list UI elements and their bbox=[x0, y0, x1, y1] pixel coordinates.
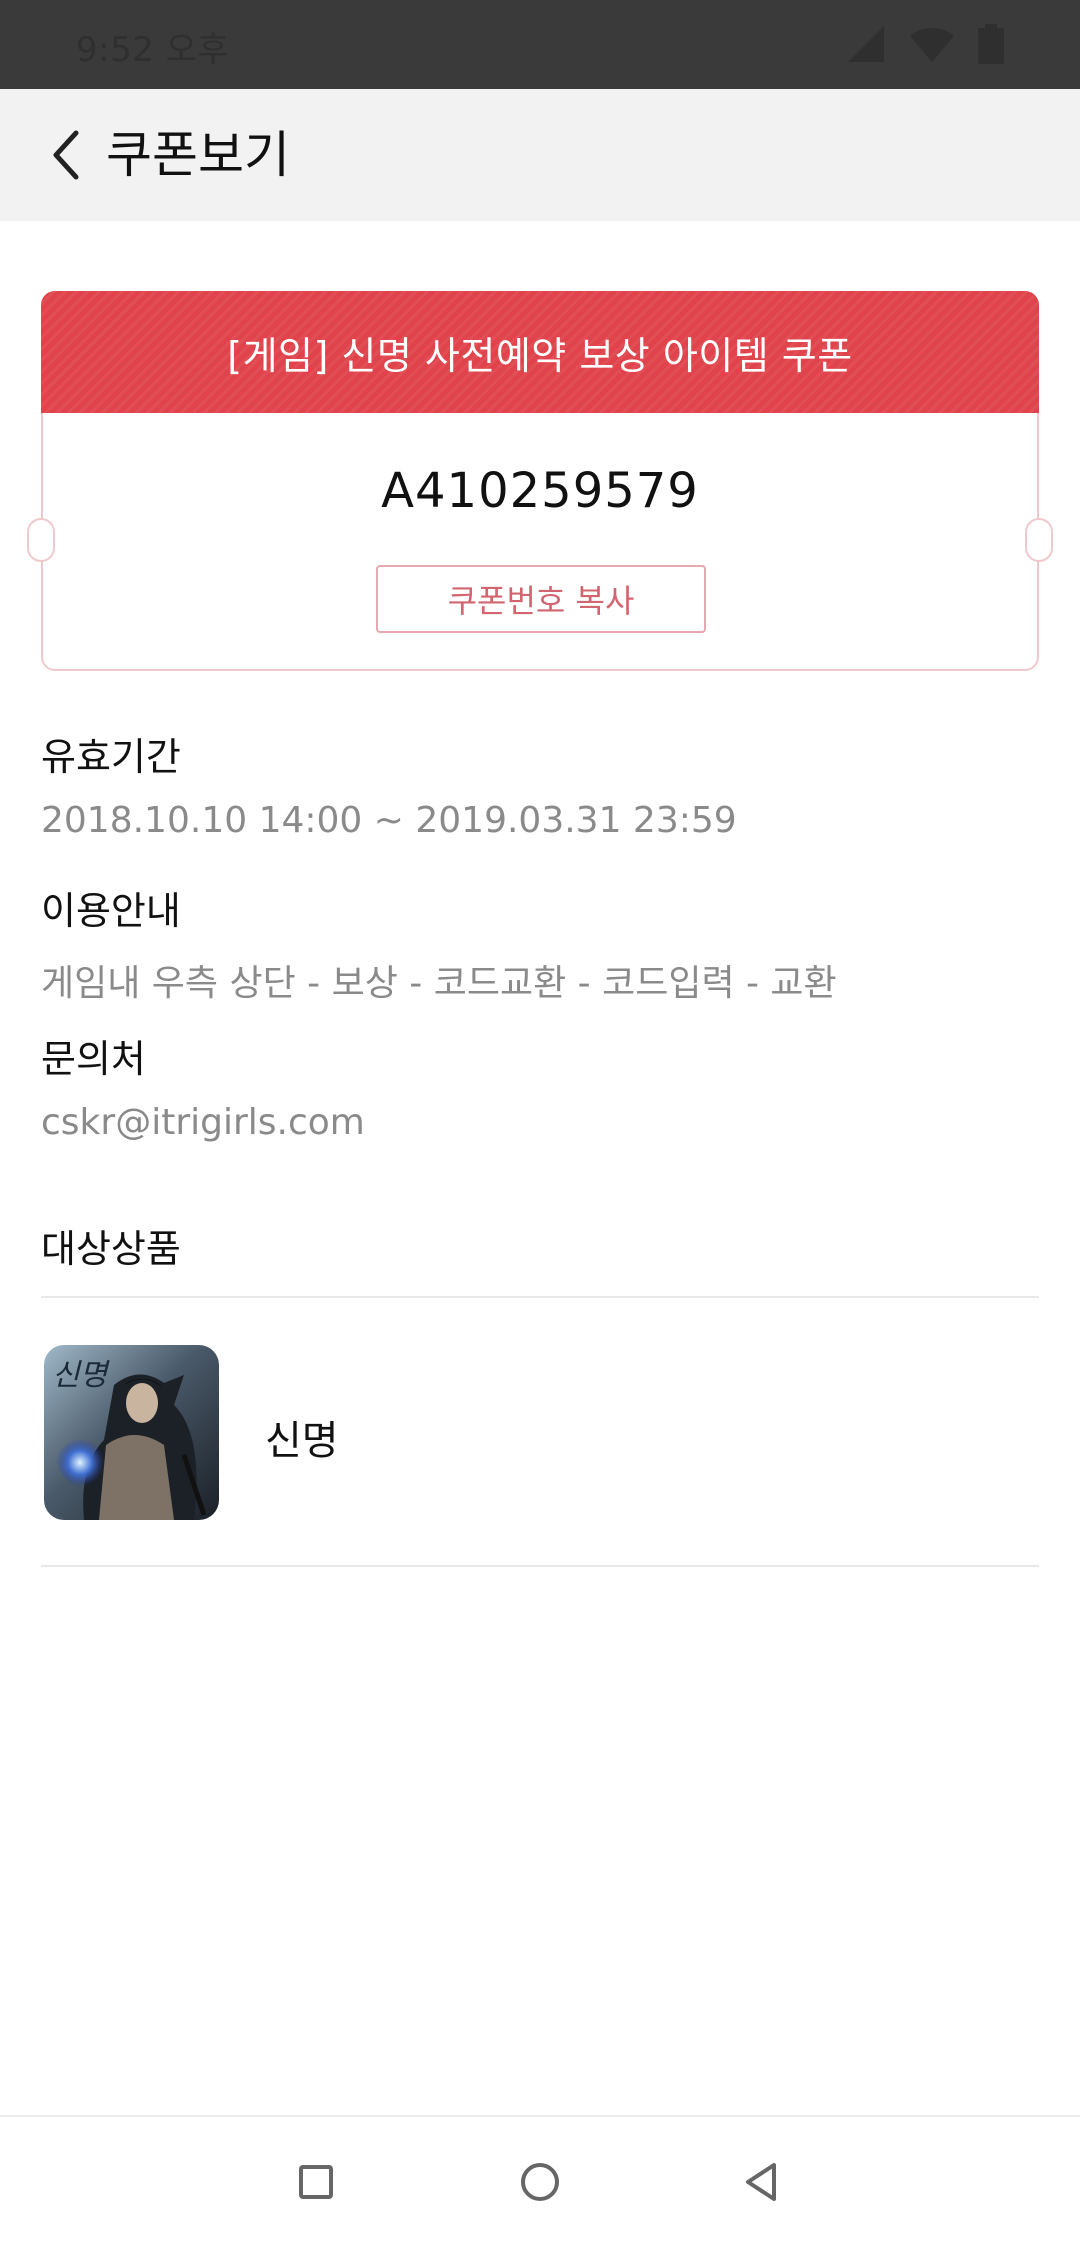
divider bbox=[41, 1296, 1039, 1298]
recent-apps-icon bbox=[299, 2165, 333, 2199]
status-time: 9:52 오후 bbox=[76, 30, 230, 70]
divider-bottom bbox=[41, 1565, 1039, 1567]
wifi-icon bbox=[910, 27, 954, 62]
coupon-title: [게임] 신명 사전예약 보상 아이템 쿠폰 bbox=[227, 333, 853, 378]
home-button[interactable] bbox=[505, 2147, 575, 2217]
coupon-notch-left bbox=[27, 518, 55, 562]
validity-label: 유효기간 bbox=[41, 735, 181, 779]
status-icons bbox=[846, 24, 1004, 64]
target-products-label: 대상상품 bbox=[41, 1227, 181, 1271]
coupon-header: [게임] 신명 사전예약 보상 아이템 쿠폰 bbox=[41, 291, 1039, 413]
nav-bar bbox=[0, 2115, 1080, 2246]
battery-icon bbox=[978, 24, 1004, 64]
page-title: 쿠폰보기 bbox=[106, 126, 290, 184]
product-thumbnail-image: 신명 bbox=[44, 1345, 219, 1520]
product-name[interactable]: 신명 bbox=[265, 1408, 339, 1466]
status-bar: 9:52 오후 bbox=[0, 0, 1080, 89]
coupon-code: A410259579 bbox=[381, 463, 699, 519]
copy-coupon-button[interactable]: 쿠폰번호 복사 bbox=[376, 565, 706, 633]
chevron-left-icon bbox=[53, 130, 79, 180]
coupon-notch-right bbox=[1025, 518, 1053, 562]
back-nav-button[interactable] bbox=[727, 2147, 797, 2217]
contact-value: cskr@itrigirls.com bbox=[41, 1102, 365, 1143]
back-triangle-icon bbox=[746, 2163, 776, 2201]
contact-label: 문의처 bbox=[41, 1037, 146, 1081]
product-thumbnail[interactable]: 신명 bbox=[44, 1345, 219, 1520]
recent-apps-button[interactable] bbox=[281, 2147, 351, 2217]
coupon-card: [게임] 신명 사전예약 보상 아이템 쿠폰 A410259579 쿠폰번호 복… bbox=[27, 291, 1053, 671]
app-bar: 쿠폰보기 bbox=[0, 89, 1080, 221]
thumbnail-logo-text: 신명 bbox=[52, 1358, 111, 1393]
validity-value: 2018.10.10 14:00 ~ 2019.03.31 23:59 bbox=[41, 800, 737, 841]
home-icon bbox=[521, 2163, 559, 2201]
usage-label: 이용안내 bbox=[41, 889, 181, 933]
usage-value: 게임내 우측 상단 - 보상 - 코드교환 - 코드입력 - 교환 bbox=[41, 963, 837, 1004]
back-button[interactable] bbox=[30, 119, 102, 191]
signal-icon bbox=[848, 26, 884, 62]
